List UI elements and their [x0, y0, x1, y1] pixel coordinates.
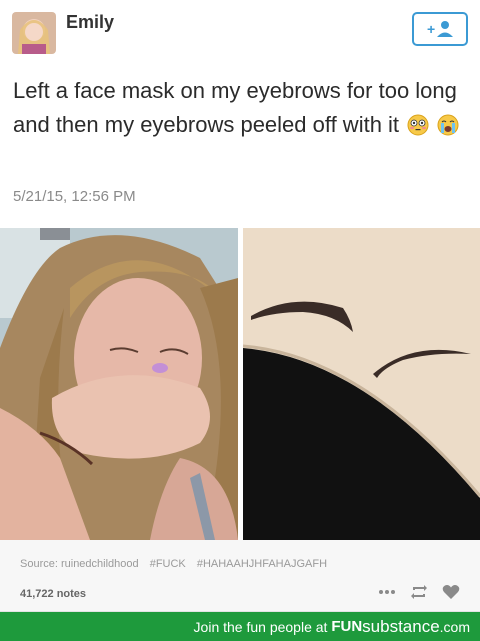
- tweet-card: Emily + Left a face mask on my eyebrows …: [0, 0, 480, 228]
- footer-brand-suffix: .com: [439, 618, 470, 635]
- more-icon[interactable]: [378, 589, 396, 595]
- tweet-timestamp[interactable]: 5/21/15, 12:56 PM: [13, 188, 136, 205]
- follow-button[interactable]: +: [412, 12, 468, 46]
- tweet-text: Left a face mask on my eyebrows for too …: [13, 74, 473, 142]
- source-link[interactable]: Source: ruinedchildhood: [20, 558, 139, 570]
- avatar[interactable]: [12, 12, 56, 54]
- footer-brand-light: substance: [362, 616, 440, 636]
- footer-brand-bold: FUN: [331, 618, 363, 635]
- tag-link[interactable]: #FUCK: [150, 558, 186, 570]
- photo-set: [0, 228, 480, 540]
- site-footer-banner[interactable]: Join the fun people at FUN substance .com: [0, 612, 480, 641]
- post-actions: [378, 584, 460, 600]
- svg-text:+: +: [427, 21, 435, 37]
- add-user-icon: +: [427, 21, 453, 37]
- footer-prefix: Join the fun people at: [193, 618, 328, 635]
- author-name[interactable]: Emily: [66, 12, 114, 33]
- reblog-icon[interactable]: [410, 584, 428, 600]
- tweet-body: Left a face mask on my eyebrows for too …: [13, 78, 457, 137]
- heart-icon[interactable]: [442, 584, 460, 600]
- photo-girl-covering-mouth[interactable]: [0, 228, 238, 540]
- photo-peeled-eyebrows[interactable]: [243, 228, 480, 540]
- crying-face-emoji: [437, 114, 459, 136]
- tag-list: Source: ruinedchildhood #FUCK #HAHAAHJHF…: [20, 558, 335, 570]
- flushed-face-emoji: [407, 114, 429, 136]
- post-meta-bar: Source: ruinedchildhood #FUCK #HAHAAHJHF…: [0, 540, 480, 612]
- notes-count[interactable]: 41,722 notes: [20, 588, 86, 600]
- tag-link[interactable]: #HAHAAHJHFAHAJGAFH: [197, 558, 327, 570]
